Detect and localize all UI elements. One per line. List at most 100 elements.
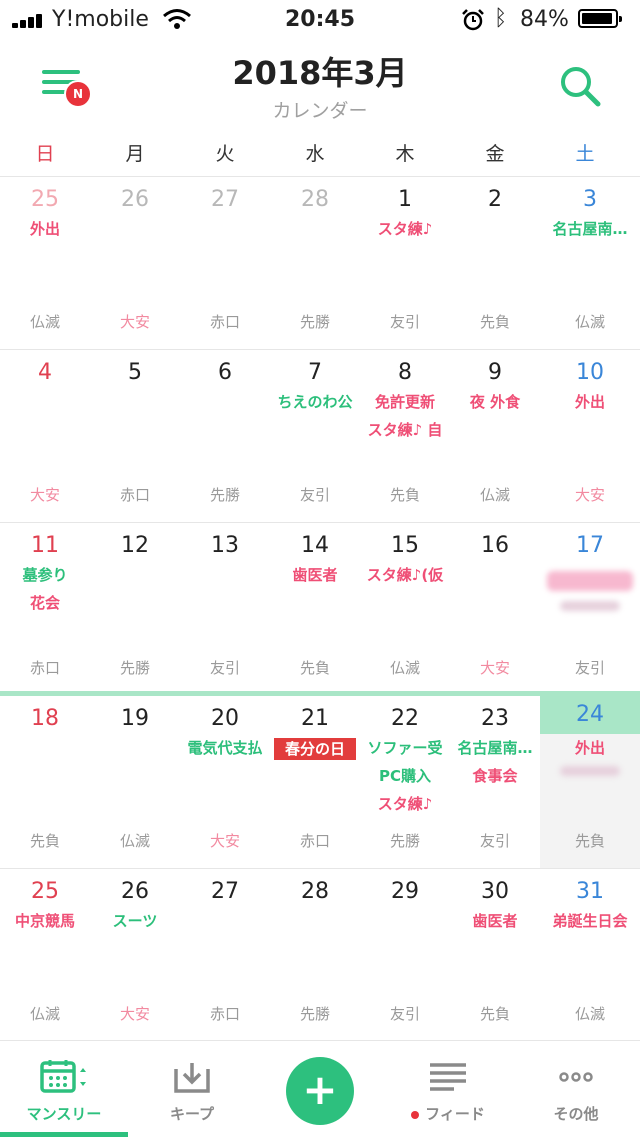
- rokuyo-label: 先勝: [299, 1005, 330, 1023]
- day-number: 13: [211, 533, 239, 558]
- day-cell[interactable]: 25 中京競馬 仏滅: [0, 869, 90, 1041]
- weekday-label: 金: [485, 143, 505, 165]
- day-cell[interactable]: 21 春分の日 赤口: [270, 696, 360, 868]
- event-label[interactable]: スタ練♪: [360, 215, 450, 243]
- event-label[interactable]: 名古屋南…: [450, 734, 540, 762]
- day-cell[interactable]: 14 歯医者 先負: [270, 523, 360, 695]
- rokuyo-label: 赤口: [209, 313, 240, 331]
- event-label[interactable]: 電気代支払: [180, 734, 270, 762]
- rokuyo-label: 友引: [209, 659, 240, 677]
- rokuyo-label: 友引: [389, 313, 420, 331]
- day-cell[interactable]: 12 先勝: [90, 523, 180, 695]
- day-cell[interactable]: 16 大安: [450, 523, 540, 695]
- day-cell[interactable]: 22 ソファー受 PC購入 スタ練♪ 先勝: [360, 696, 450, 868]
- day-cell[interactable]: 7 ちえのわ公 友引: [270, 350, 360, 522]
- day-number: 5: [128, 360, 142, 385]
- day-cell[interactable]: 19 仏滅: [90, 696, 180, 868]
- tab-monthly[interactable]: マンスリー: [0, 1041, 128, 1137]
- tab-label: フィード: [425, 1105, 485, 1123]
- rokuyo-label: 先負: [299, 659, 330, 677]
- event-label[interactable]: スタ練♪ 自: [360, 416, 450, 444]
- tab-more[interactable]: その他: [512, 1041, 640, 1137]
- day-cell[interactable]: 5 赤口: [90, 350, 180, 522]
- event-label[interactable]: スタ練♪: [360, 790, 450, 818]
- event-label[interactable]: 外出: [540, 734, 640, 762]
- event-label[interactable]: PC購入: [360, 762, 450, 790]
- page-title[interactable]: 2018年3月: [0, 48, 640, 94]
- day-cell[interactable]: 20 電気代支払 大安: [180, 696, 270, 868]
- weekday-label: 土: [575, 143, 595, 165]
- holiday-label[interactable]: 春分の日: [274, 738, 356, 760]
- rokuyo-label: 友引: [299, 486, 330, 504]
- event-label[interactable]: 夜 外食: [450, 388, 540, 416]
- day-cell[interactable]: 10 外出 大安: [540, 350, 640, 522]
- day-number: 20: [211, 706, 239, 731]
- tab-feed[interactable]: フィード: [384, 1041, 512, 1137]
- event-label[interactable]: 歯医者: [450, 907, 540, 935]
- rokuyo-label: 仏滅: [29, 1005, 60, 1023]
- day-cell[interactable]: 25 外出 仏滅: [0, 177, 90, 349]
- tab-label: その他: [553, 1105, 599, 1123]
- event-label[interactable]: スーツ: [90, 907, 180, 935]
- event-label[interactable]: ソファー受: [360, 734, 450, 762]
- day-cell[interactable]: 18 先負: [0, 696, 90, 868]
- status-bar: Y!mobile 20:45 ᛒ 84%: [0, 0, 640, 40]
- event-label[interactable]: ちえのわ公: [270, 388, 360, 416]
- event-label[interactable]: 墓参り: [0, 561, 90, 589]
- event-label[interactable]: 歯医者: [270, 561, 360, 589]
- day-number: 16: [481, 533, 509, 558]
- day-number: 11: [31, 533, 59, 558]
- day-number: 26: [121, 879, 149, 904]
- week-row: 18 先負 19 仏滅 20 電気代支払 大安 21 春分の日 赤口 22 ソファー受 PC購入 スタ練♪…: [0, 691, 640, 869]
- day-cell[interactable]: 4 大安: [0, 350, 90, 522]
- day-cell[interactable]: 8 免許更新 スタ練♪ 自先負: [360, 350, 450, 522]
- rokuyo-label: 先負: [479, 313, 510, 331]
- event-label[interactable]: 外出: [540, 388, 640, 416]
- weekday-label: 月: [125, 143, 145, 165]
- day-cell[interactable]: 27 赤口: [180, 177, 270, 349]
- day-cell[interactable]: 28 先勝: [270, 177, 360, 349]
- day-cell[interactable]: 31 弟誕生日会 仏滅: [540, 869, 640, 1041]
- day-cell[interactable]: 17 友引: [540, 523, 640, 695]
- day-cell[interactable]: 1 スタ練♪ 友引: [360, 177, 450, 349]
- add-event-button[interactable]: +: [286, 1057, 354, 1125]
- day-number: 28: [301, 879, 329, 904]
- event-label[interactable]: 食事会: [450, 762, 540, 790]
- day-number: 26: [121, 187, 149, 212]
- event-label[interactable]: スタ練♪(仮: [360, 561, 450, 589]
- search-icon[interactable]: [556, 62, 604, 110]
- day-number: 15: [391, 533, 419, 558]
- day-cell[interactable]: 6 先勝: [180, 350, 270, 522]
- event-label[interactable]: 名古屋南…: [540, 215, 640, 243]
- plus-icon: +: [302, 1065, 338, 1114]
- day-cell[interactable]: 27 赤口: [180, 869, 270, 1041]
- day-number: 30: [481, 879, 509, 904]
- day-cell[interactable]: 26 大安: [90, 177, 180, 349]
- event-label[interactable]: 免許更新: [360, 388, 450, 416]
- day-cell[interactable]: 24 外出 先負: [540, 696, 640, 868]
- day-cell[interactable]: 9 夜 外食 仏滅: [450, 350, 540, 522]
- day-cell[interactable]: 29 友引: [360, 869, 450, 1041]
- day-cell[interactable]: 23 名古屋南… 食事会 友引: [450, 696, 540, 868]
- day-cell[interactable]: 26 スーツ大安: [90, 869, 180, 1041]
- tab-label: キープ: [169, 1105, 215, 1123]
- tab-bar: マンスリー キープ + フィード その他: [0, 1040, 640, 1137]
- day-cell[interactable]: 3 名古屋南… 仏滅: [540, 177, 640, 349]
- event-label[interactable]: 外出: [0, 215, 90, 243]
- day-number: 2: [488, 187, 502, 212]
- day-number: 1: [398, 187, 412, 212]
- event-label[interactable]: 中京競馬: [0, 907, 90, 935]
- day-cell[interactable]: 2 先負: [450, 177, 540, 349]
- event-label[interactable]: 花会: [0, 589, 90, 617]
- day-cell[interactable]: 11 墓参り 花会 赤口: [0, 523, 90, 695]
- event-label[interactable]: 弟誕生日会: [540, 907, 640, 935]
- feed-lines-icon: [430, 1063, 466, 1091]
- day-cell[interactable]: 15 スタ練♪(仮 仏滅: [360, 523, 450, 695]
- tab-keep[interactable]: キープ: [128, 1041, 256, 1137]
- day-cell[interactable]: 13 友引: [180, 523, 270, 695]
- day-cell[interactable]: 28 先勝: [270, 869, 360, 1041]
- day-number: 28: [301, 187, 329, 212]
- rokuyo-label: 大安: [119, 1005, 150, 1023]
- bluetooth-icon: ᛒ: [494, 6, 508, 31]
- day-cell[interactable]: 30 歯医者 先負: [450, 869, 540, 1041]
